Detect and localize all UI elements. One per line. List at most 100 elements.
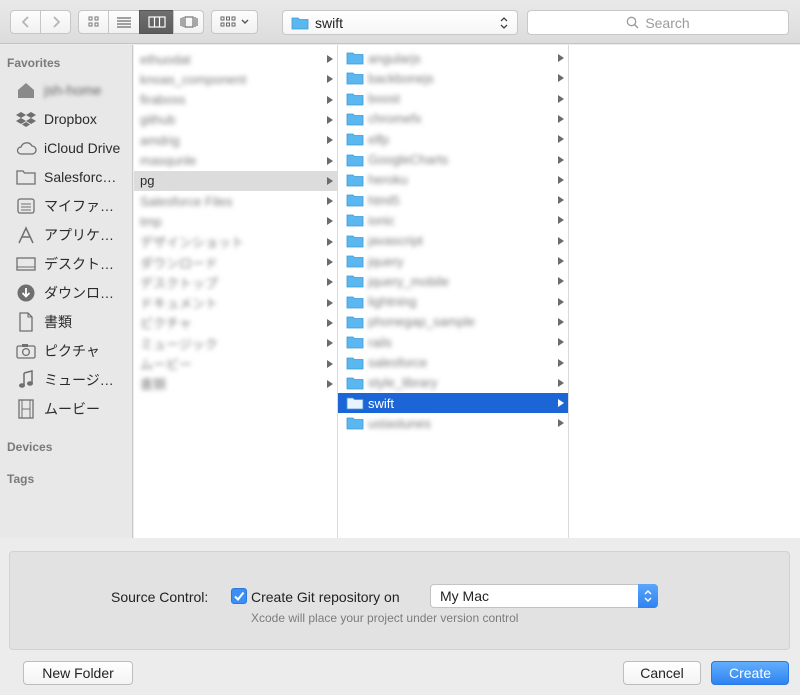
disclosure-arrow-icon <box>327 197 333 206</box>
folder-row[interactable]: ムービー <box>134 354 337 374</box>
folder-icon <box>346 254 364 271</box>
folder-row[interactable]: firaboss <box>134 90 337 110</box>
sidebar-item-downloads[interactable]: ダウンロ… <box>14 280 132 306</box>
folder-row[interactable]: chromefx <box>338 109 568 129</box>
git-repo-checkbox[interactable] <box>231 588 247 604</box>
sidebar-item-documents[interactable]: 書類 <box>14 309 132 335</box>
chevron-left-icon <box>21 16 29 28</box>
folder-icon <box>346 416 364 433</box>
folder-row[interactable]: html5 <box>338 190 568 210</box>
disclosure-arrow-icon <box>558 216 564 225</box>
folder-row[interactable]: rails <box>338 332 568 352</box>
repo-location-popup[interactable]: My Mac <box>430 584 658 608</box>
create-button[interactable]: Create <box>711 661 789 685</box>
folder-row[interactable]: jquery_mobile <box>338 271 568 291</box>
folder-row[interactable]: ドキュメント <box>134 293 337 313</box>
folder-icon <box>346 112 364 129</box>
folder-icon <box>346 71 364 88</box>
sidebar-item-applications[interactable]: アプリケ… <box>14 222 132 248</box>
version-control-hint: Xcode will place your project under vers… <box>251 611 519 625</box>
disclosure-arrow-icon <box>558 297 564 306</box>
sidebar-item-label: ムービー <box>44 401 100 417</box>
cancel-button[interactable]: Cancel <box>623 661 701 685</box>
sidebar-item-music[interactable]: ミュージ… <box>14 367 132 393</box>
search-field[interactable]: Search <box>527 10 789 35</box>
folder-row[interactable]: ダウンロード <box>134 252 337 272</box>
folder-row[interactable]: boost <box>338 89 568 109</box>
folder-name: salesforce <box>368 355 428 370</box>
disclosure-arrow-icon <box>558 114 564 123</box>
sidebar-item-salesforce[interactable]: Salesforc… <box>14 164 132 190</box>
folder-name: phonegap_sample <box>368 314 475 330</box>
source-control-label: Source Control: <box>111 589 209 605</box>
folder-row[interactable]: GoogleCharts <box>338 150 568 170</box>
folder-icon <box>346 213 364 230</box>
folder-name: chromefx <box>368 111 422 127</box>
sidebar-item-home[interactable]: jsh-home <box>14 77 132 103</box>
sidebar-item-icloud-drive[interactable]: iCloud Drive <box>14 135 132 161</box>
sidebar-item-desktop[interactable]: デスクト… <box>14 251 132 277</box>
folder-row[interactable]: elfp <box>338 129 568 149</box>
sidebar-item-all-my-files[interactable]: マイファ… <box>14 193 132 219</box>
folder-row[interactable]: knoas_component <box>134 69 337 89</box>
folder-row[interactable]: ピクチャ <box>134 313 337 333</box>
folder-row[interactable]: pg <box>134 170 337 191</box>
disclosure-arrow-icon <box>558 378 564 387</box>
disclosure-arrow-icon <box>558 399 564 408</box>
folder-row[interactable]: amdrig <box>134 130 337 150</box>
disclosure-arrow-icon <box>327 237 333 246</box>
folder-row[interactable]: javascript <box>338 231 568 251</box>
folder-name: ustastunes <box>368 415 431 431</box>
sidebar-item-pictures[interactable]: ピクチャ <box>14 338 132 364</box>
folder-row[interactable]: masqunle <box>134 151 337 171</box>
path-popup[interactable]: swift <box>282 10 518 35</box>
folder-row[interactable]: heroku <box>338 170 568 190</box>
folder-row[interactable]: style_library <box>338 373 568 393</box>
folder-name: javascript <box>368 233 423 249</box>
sidebar-item-dropbox[interactable]: Dropbox <box>14 106 132 132</box>
icon-view-button[interactable] <box>78 10 109 34</box>
sidebar-item-label: iCloud Drive <box>44 140 121 156</box>
column-view-button[interactable] <box>139 10 174 34</box>
disclosure-arrow-icon <box>558 257 564 265</box>
folder-row[interactable]: angularjs <box>338 48 568 68</box>
disclosure-arrow-icon <box>327 258 333 266</box>
sidebar-item-label: Dropbox <box>44 111 97 127</box>
list-view-button[interactable] <box>108 10 140 34</box>
folder-name: github <box>140 112 176 128</box>
desktop-icon <box>14 254 38 274</box>
folder-icon <box>346 274 364 291</box>
folder-row[interactable]: ustastunes <box>338 413 568 433</box>
grid-icon <box>88 16 98 27</box>
folder-name: swift <box>368 395 394 411</box>
music-icon <box>14 370 38 390</box>
folder-row[interactable]: jquery <box>338 251 568 271</box>
forward-button[interactable] <box>40 10 71 34</box>
folder-row[interactable]: ethuodat <box>134 49 337 69</box>
folder-row[interactable]: ミュージック <box>134 333 337 353</box>
chevron-right-icon <box>52 16 60 28</box>
sidebar-item-movies[interactable]: ムービー <box>14 396 132 422</box>
folder-row[interactable]: デスクトップ <box>134 272 337 292</box>
folder-row[interactable]: ionic <box>338 210 568 230</box>
back-button[interactable] <box>10 10 41 34</box>
arrange-button[interactable] <box>211 10 258 34</box>
folder-name: GoogleCharts <box>368 152 449 167</box>
folder-row[interactable]: salesforce <box>338 353 568 373</box>
browser-column-2: angularjs backbonejs boost chromefx elfp Goog… <box>338 45 569 538</box>
folder-row[interactable]: Salesforce Files <box>134 191 337 211</box>
folder-name: amdrig <box>140 132 180 148</box>
folder-row[interactable]: phonegap_sample <box>338 312 568 332</box>
folder-row[interactable]: swift <box>338 393 568 414</box>
folder-row[interactable]: デザインショット <box>134 232 337 252</box>
coverflow-view-button[interactable] <box>173 10 204 34</box>
folder-row[interactable]: 書類 <box>134 374 337 394</box>
folder-row[interactable]: github <box>134 110 337 130</box>
folder-row[interactable]: backbonejs <box>338 68 568 88</box>
folder-row[interactable]: tmp <box>134 211 337 231</box>
git-repo-checkbox-label[interactable]: Create Git repository on <box>251 589 400 605</box>
folder-row[interactable]: lightning <box>338 292 568 312</box>
favorites-header: Favorites <box>7 56 61 70</box>
new-folder-button[interactable]: New Folder <box>23 661 133 685</box>
disclosure-arrow-icon <box>327 339 333 348</box>
